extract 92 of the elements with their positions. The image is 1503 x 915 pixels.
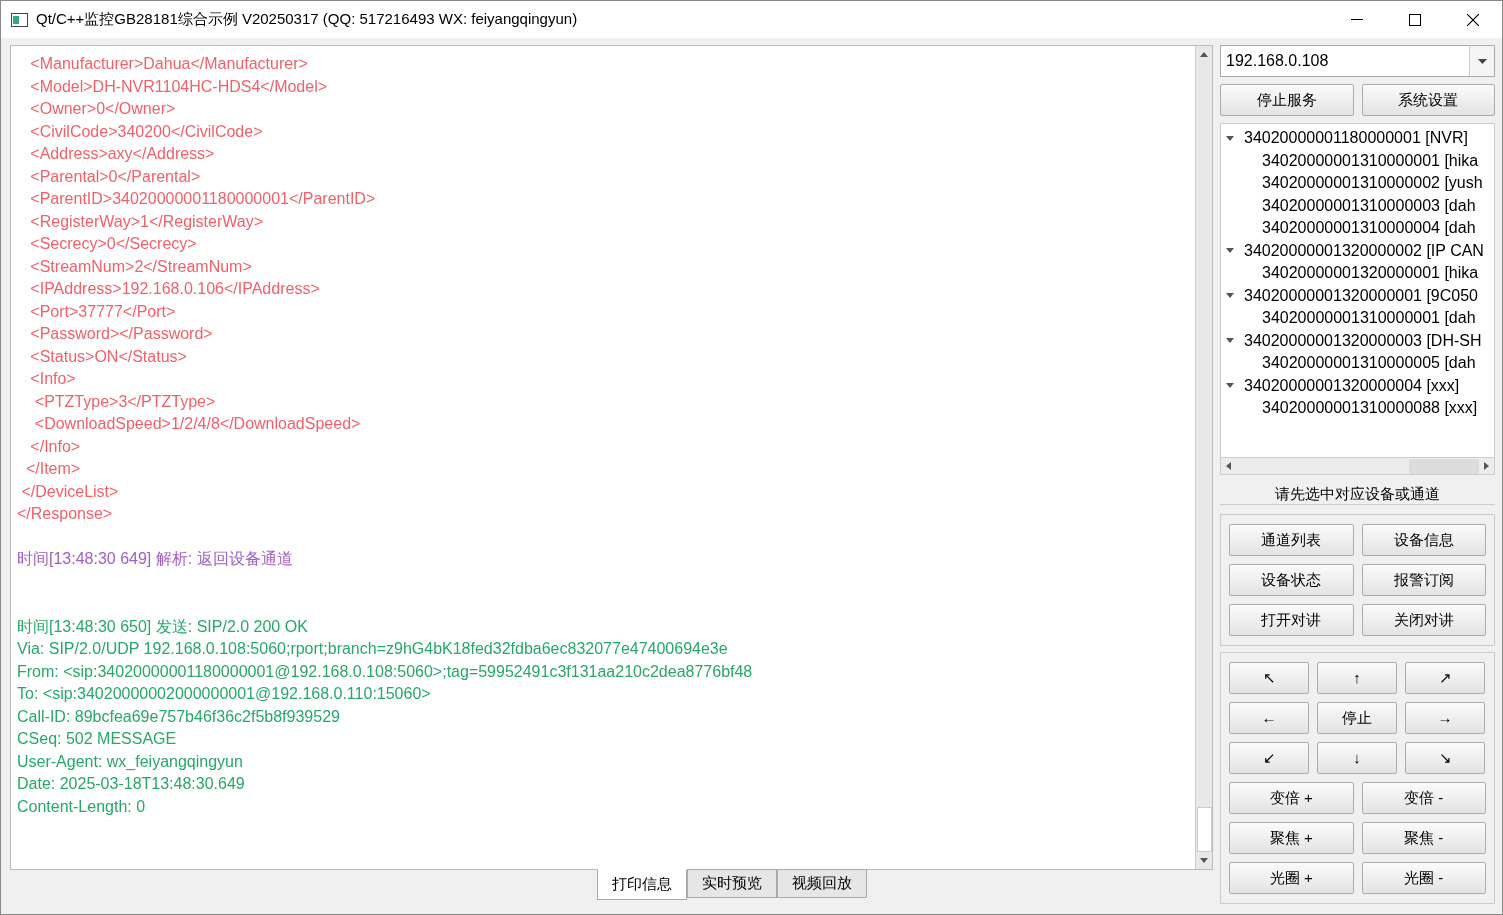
device-button[interactable]: 关闭对讲	[1361, 604, 1486, 636]
expand-arrow-icon[interactable]	[1226, 338, 1234, 344]
ptz-button[interactable]: 停止	[1317, 702, 1397, 734]
hint-label: 请先选中对应设备或通道	[1220, 483, 1495, 505]
log-line: <Parental>0</Parental>	[29, 166, 201, 187]
scrollbar-thumb[interactable]	[1196, 807, 1212, 852]
lens-button[interactable]: 聚焦 -	[1361, 822, 1486, 854]
ptz-button[interactable]: ←	[1229, 702, 1309, 734]
expand-arrow-icon[interactable]	[1226, 293, 1234, 299]
device-button[interactable]: 报警订阅	[1361, 564, 1486, 596]
log-line: <RegisterWay>1</RegisterWay>	[29, 211, 264, 232]
log-line: Via: SIP/2.0/UDP 192.168.0.108:5060;rport;branch=z9hG4bK18fed32fdba6ec832077e47400694e3e	[17, 639, 728, 659]
log-line: </Response>	[17, 504, 113, 524]
ptz-button[interactable]: ↙	[1229, 742, 1309, 774]
server-dropdown[interactable]: 192.168.0.108	[1220, 45, 1495, 77]
log-line: <StreamNum>2</StreamNum>	[29, 256, 252, 277]
device-button[interactable]: 通道列表	[1229, 524, 1354, 556]
lens-button[interactable]: 变倍 +	[1229, 782, 1354, 814]
log-line: <Address>axy</Address>	[29, 144, 215, 164]
log-line: </Item>	[24, 459, 81, 479]
ptz-button[interactable]: ↖	[1229, 662, 1309, 694]
log-line: <Status>ON</Status>	[29, 346, 187, 367]
ptz-button[interactable]: ↑	[1317, 662, 1397, 694]
log-line: Date: 2025-03-18T13:48:30.649	[17, 774, 245, 794]
scroll-down-icon[interactable]	[1200, 858, 1208, 863]
scroll-right-icon[interactable]	[1484, 462, 1489, 470]
tree-item[interactable]: 34020000001310000005 [dah	[1262, 351, 1476, 376]
vertical-scrollbar[interactable]	[1195, 46, 1212, 869]
log-line: <Secrecy>0</Secrecy>	[29, 234, 197, 254]
ptz-button[interactable]: →	[1405, 702, 1485, 734]
log-line: 时间[13:48:30 650] 发送: SIP/2.0 200 OK	[17, 616, 308, 637]
log-line: CSeq: 502 MESSAGE	[17, 729, 177, 749]
dropdown-value: 192.168.0.108	[1225, 51, 1330, 71]
lens-button[interactable]: 变倍 -	[1361, 782, 1486, 814]
device-button[interactable]: 设备信息	[1361, 524, 1486, 556]
caret-icon	[1477, 58, 1487, 64]
log-line: 时间[13:48:30 649] 解析: 返回设备通道	[17, 549, 293, 569]
tab[interactable]: 打印信息	[596, 869, 687, 900]
tree-item[interactable]: 34020000001320000002 [IP CAN	[1244, 238, 1484, 263]
tree-item[interactable]: 34020000001310000001 [hika	[1262, 148, 1479, 173]
lens-button[interactable]: 聚焦 +	[1229, 822, 1354, 854]
tree-item[interactable]: 34020000001320000001 [9C050	[1244, 283, 1478, 308]
log-line: </Info>	[29, 436, 81, 457]
tree-item[interactable]: 34020000001320000001 [hika	[1262, 261, 1479, 286]
tree-item[interactable]: 34020000001180000001 [NVR]	[1244, 126, 1468, 151]
tree-item[interactable]: 34020000001310000088 [xxx]	[1262, 396, 1478, 421]
horizontal-scrollbar[interactable]	[1221, 457, 1494, 474]
log-line: Content-Length: 0	[17, 796, 146, 817]
close-icon	[1467, 13, 1479, 26]
ptz-button[interactable]: ↗	[1405, 662, 1485, 694]
lens-button[interactable]: 光圈 +	[1229, 862, 1354, 894]
scroll-left-icon[interactable]	[1226, 462, 1231, 470]
log-line: <Owner>0</Owner>	[29, 99, 176, 119]
tree-item[interactable]: 34020000001320000003 [DH-SH	[1244, 328, 1482, 353]
log-line: </DeviceList>	[20, 481, 119, 502]
tree-item[interactable]: 34020000001310000003 [dah	[1262, 193, 1476, 218]
server-button[interactable]: 停止服务	[1220, 84, 1354, 116]
log-line: From: <sip:34020000001180000001@192.168.0.108:5060>;tag=59952491c3f131aa210c2dea8776bf48	[17, 661, 753, 682]
tree-item[interactable]: 34020000001310000001 [dah	[1262, 306, 1476, 331]
tab[interactable]: 实时预览	[686, 869, 777, 898]
scrollbar-thumb[interactable]	[1409, 458, 1479, 474]
log-line: <Manufacturer>Dahua</Manufacturer>	[29, 54, 308, 74]
log-line: <Info>	[29, 369, 76, 389]
lens-button[interactable]: 光圈 -	[1361, 862, 1486, 894]
log-line: User-Agent: wx_feiyangqingyun	[17, 751, 243, 772]
tab[interactable]: 视频回放	[776, 869, 867, 898]
log-line: <IPAddress>192.168.0.106</IPAddress>	[29, 279, 320, 299]
tree-item[interactable]: 34020000001320000004 [xxx]	[1244, 373, 1460, 398]
tree-item[interactable]: 34020000001310000004 [dah	[1262, 216, 1476, 241]
minimize-icon	[1351, 18, 1363, 21]
app-icon	[11, 12, 28, 27]
log-line: <Model>DH-NVR1104HC-HDS4</Model>	[29, 76, 328, 97]
device-button[interactable]: 设备状态	[1229, 564, 1354, 596]
tree-item[interactable]: 34020000001310000002 [yush	[1262, 171, 1483, 196]
log-line: <PTZType>3</PTZType>	[33, 391, 216, 412]
log-line: <DownloadSpeed>1/2/4/8</DownloadSpeed>	[33, 414, 361, 434]
log-line: <Port>37777</Port>	[29, 301, 176, 322]
expand-arrow-icon[interactable]	[1226, 383, 1234, 389]
expand-arrow-icon[interactable]	[1226, 135, 1234, 141]
log-line: To: <sip:34020000002000000001@192.168.0.110:15060>	[17, 684, 431, 704]
device-button[interactable]: 打开对讲	[1229, 604, 1354, 636]
maximize-icon	[1409, 13, 1421, 26]
expand-arrow-icon[interactable]	[1226, 248, 1234, 254]
log-line: <Password></Password>	[29, 324, 213, 344]
log-line: Call-ID: 89bcfea69e757b46f36c2f5b8f939529	[17, 706, 340, 727]
server-button[interactable]: 系统设置	[1361, 84, 1495, 116]
ptz-button[interactable]: ↓	[1317, 742, 1397, 774]
ptz-button[interactable]: ↘	[1405, 742, 1485, 774]
window-title: Qt/C++监控GB28181综合示例 V20250317 (QQ: 517216493 WX: feiyangqingyun)	[36, 9, 578, 30]
log-line: <CivilCode>340200</CivilCode>	[29, 121, 263, 142]
log-line: <ParentID>34020000001180000001</ParentID>	[29, 189, 376, 209]
scroll-up-icon[interactable]	[1200, 52, 1208, 57]
